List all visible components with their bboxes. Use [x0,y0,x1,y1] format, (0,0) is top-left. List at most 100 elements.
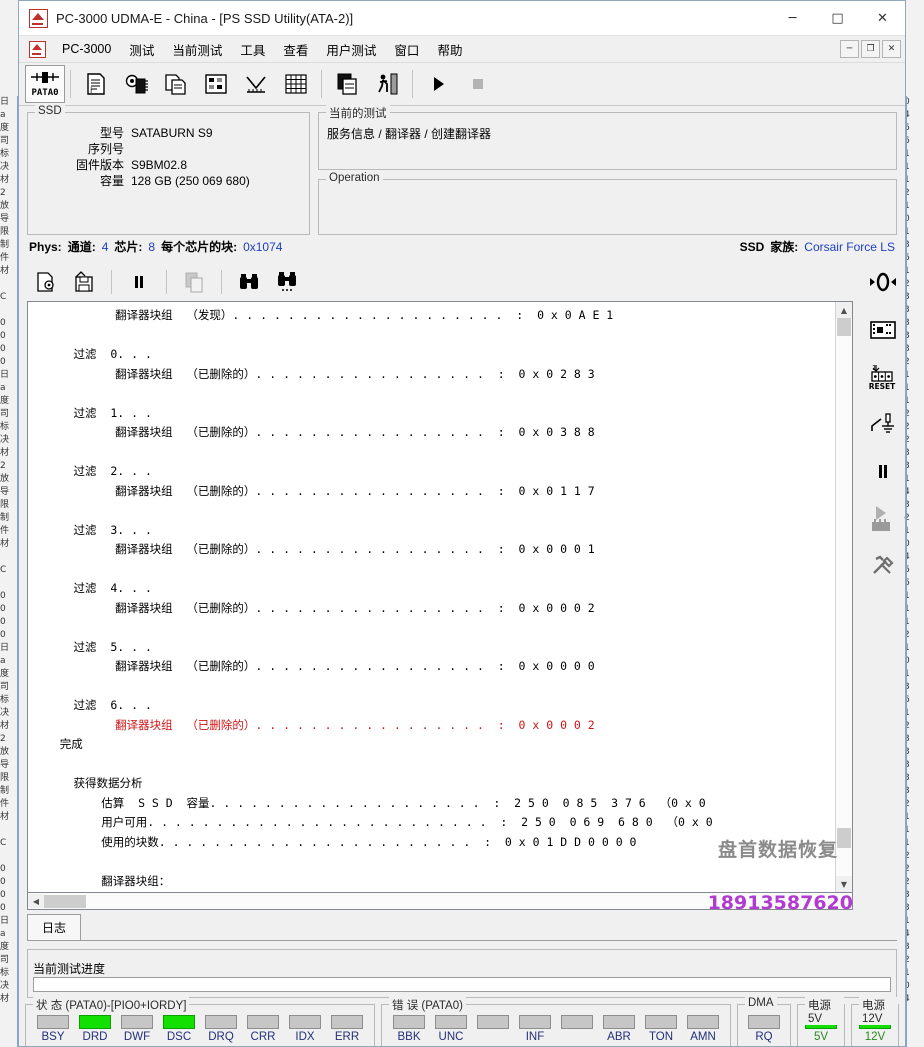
menu-help[interactable]: 帮助 [428,37,471,62]
ssd-family-prefix: SSD [739,239,765,254]
chip-card-icon [870,321,896,339]
scroll-down-arrow-icon[interactable]: ▼ [836,876,852,892]
reset-counter-button[interactable]: 1 RESET [863,359,903,395]
background-right-rule [906,96,907,1047]
chip-settings-button[interactable] [116,65,156,103]
log-vertical-scrollbar[interactable]: ▲ ▼ [835,302,852,892]
scroll-left-arrow-icon[interactable]: ◀ [28,894,44,908]
ssd-capacity-label: 容量 [99,174,124,188]
scrollbar-track[interactable] [836,318,852,876]
gear-chip-icon [125,74,148,94]
ssd-firmware-value: S9BM02.8 [131,158,188,172]
led-label-drq: DRQ [208,1031,234,1043]
menu-tools[interactable]: 工具 [231,37,274,62]
floppy-save-icon [75,271,93,292]
copy-pages-button[interactable] [156,65,196,103]
document-info-button[interactable]: i [76,65,116,103]
close-button[interactable]: ✕ [860,1,905,35]
log-text-content[interactable]: 翻译器块组 （发现）. . . . . . . . . . . . . . . … [28,302,835,892]
graph-button[interactable] [236,65,276,103]
scrollbar-thumb[interactable] [837,828,851,848]
led-indicator-idx [289,1015,321,1029]
minimize-button[interactable]: ─ [770,1,815,35]
run-chip-button[interactable]: ▼ [863,501,905,537]
menu-current-test[interactable]: 当前测试 [163,37,231,62]
blocks-per-chip-value: 0x1074 [243,239,283,254]
led-indicator-drq [205,1015,237,1029]
pause-icon [879,465,887,478]
id-zero-button[interactable] [863,263,903,301]
log-pause-button[interactable] [120,264,158,300]
window-title: PC-3000 UDMA-E - China - [PS SSD Utility… [56,10,354,26]
run-person-button[interactable] [367,65,407,103]
menu-window[interactable]: 窗口 [385,37,428,62]
binoculars-next-icon [278,272,296,291]
menu-user-test[interactable]: 用户测试 [317,37,385,62]
pause-button[interactable] [863,453,903,491]
tools-button[interactable] [863,547,903,585]
progress-bar [33,977,891,992]
document-info-icon: i [87,73,105,95]
pc3000-main-window: PC-3000 UDMA-E - China - [PS SSD Utility… [18,0,906,1047]
menu-view[interactable]: 查看 [274,37,317,62]
map-blocks-button[interactable] [196,65,236,103]
scroll-up-arrow-icon[interactable]: ▲ [836,302,852,318]
chevron-down-icon[interactable]: ▼ [902,514,905,524]
scrollbar-thumb-top[interactable] [837,318,851,336]
led-dsc: DSC [158,1015,200,1043]
led-rq: RQ [744,1015,784,1043]
log-find-next-button[interactable] [268,264,306,300]
menu-bar: PC-3000 测试 当前测试 工具 查看 用户测试 窗口 帮助 ─ ❐ ✕ [19,36,905,63]
pages-copy-icon [165,74,186,95]
log-find-button[interactable] [230,264,268,300]
chip-card-button[interactable] [863,311,903,349]
pata0-port-button[interactable]: PATA0 [25,65,65,103]
ssd-family-value: Corsair Force LS [804,239,895,254]
log-copy-button[interactable] [175,264,213,300]
mdi-restore-button[interactable]: ❐ [861,40,880,58]
copy-icon [185,272,203,293]
led-label-drd: DRD [82,1031,108,1043]
svg-text:RESET: RESET [869,382,896,391]
led-indicator-ton [645,1015,677,1029]
mdi-app-icon[interactable] [29,40,46,58]
log-save-button[interactable] [65,264,103,300]
side-toolbar: 1 RESET [861,259,905,910]
grid-button[interactable] [276,65,316,103]
maximize-button[interactable]: □ [815,1,860,35]
log-panel: 翻译器块组 （发现）. . . . . . . . . . . . . . . … [27,263,853,910]
progress-panel: 当前测试进度 [27,949,897,998]
led-label-abr: ABR [607,1031,631,1043]
channel-value: 4 [101,239,109,254]
log-settings-button[interactable] [27,264,65,300]
led-drd: DRD [74,1015,116,1043]
port-connector-icon: PATA0 [31,72,59,98]
tab-log[interactable]: 日志 [27,914,82,940]
mdi-minimize-button[interactable]: ─ [840,40,859,58]
mdi-close-button[interactable]: ✕ [882,40,901,58]
ssd-serial-label: 序列号 [87,142,124,156]
ssd-firmware-row: 固件版本 S9BM02.8 [36,157,301,173]
play-chip-icon [872,506,890,531]
menu-test[interactable]: 测试 [120,37,163,62]
log-line: 翻译器块组： [32,873,171,888]
chip-value: 8 [148,239,156,254]
duplicate-button[interactable] [327,65,367,103]
led-indicator-rq [748,1015,780,1029]
ssd-panel-legend: SSD [35,105,65,117]
dma-group-legend: DMA [745,997,777,1009]
log-line: 翻译器块组 （已删除的）. . . . . . . . . . . . . . … [32,600,595,615]
log-line: 翻译器块组 （已删除的）. . . . . . . . . . . . . . … [32,483,595,498]
pause-icon [135,276,143,288]
power-switch-button[interactable] [863,405,903,443]
stop-button[interactable] [458,65,498,103]
start-button[interactable] [418,65,458,103]
led-ton: TON [640,1015,682,1043]
hscrollbar-thumb[interactable] [44,894,86,908]
ssd-capacity-value: 128 GB (250 069 680) [131,174,250,188]
grid-table-icon [285,74,307,94]
main-toolbar: PATA0 i [19,63,905,106]
